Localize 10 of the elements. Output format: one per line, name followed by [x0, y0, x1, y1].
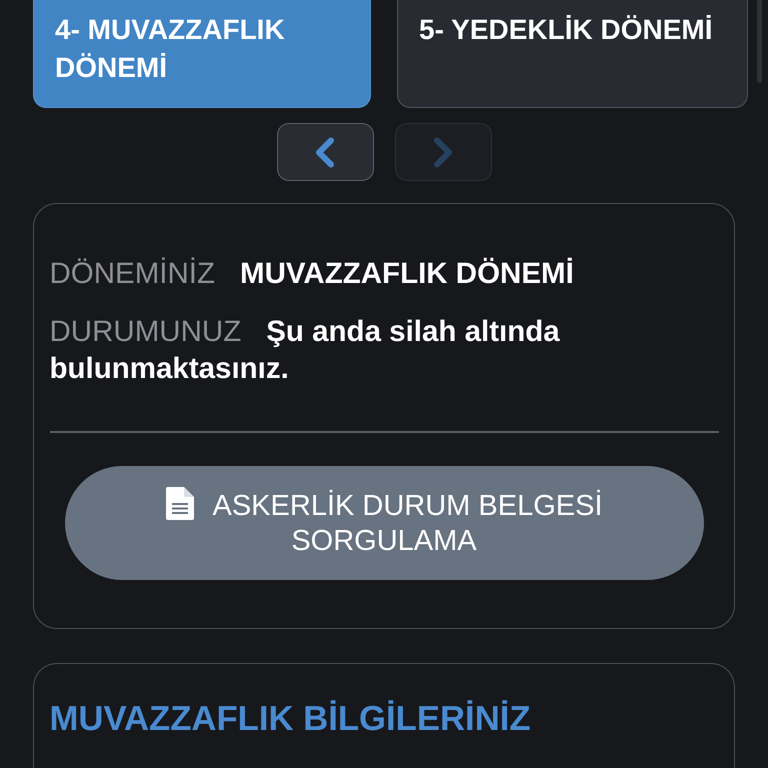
document-icon — [166, 486, 194, 520]
chevron-right-icon — [431, 136, 455, 168]
section-title: MUVAZZAFLIK BİLGİLERİNİZ — [50, 698, 531, 738]
previous-button[interactable] — [276, 123, 374, 181]
query-button[interactable]: ASKERLİK DURUM BELGESİ SORGULAMA — [64, 466, 704, 580]
field-row-text: DÖNEMİNİZ MUVAZZAFLIK DÖNEMİ — [50, 256, 574, 292]
field-row-text: DURUMUNUZ Şu anda silah altında bulunmaktasınız. — [50, 314, 561, 387]
chevron-left-icon — [313, 136, 337, 168]
tab[interactable]: 4- MUVAZZAFLIK DÖNEMİ — [33, 0, 371, 108]
tab[interactable]: 5- YEDEKLİK DÖNEMİ — [397, 0, 748, 108]
